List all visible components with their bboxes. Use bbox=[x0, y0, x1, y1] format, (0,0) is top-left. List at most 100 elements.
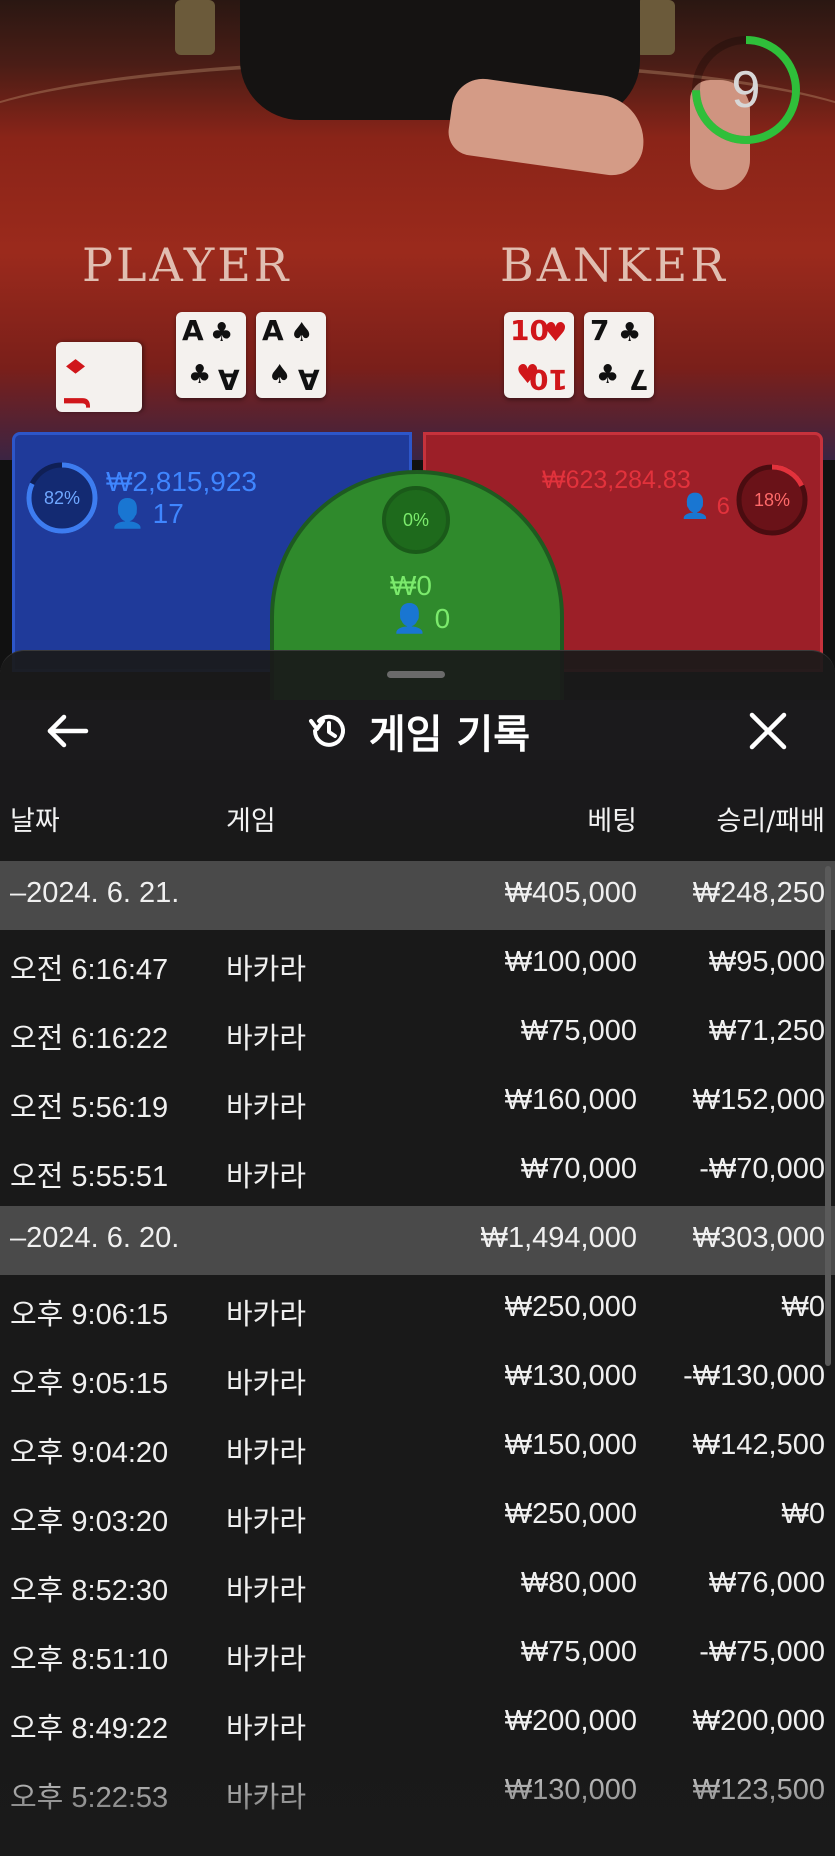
history-row[interactable]: 오전 6:16:47 바카라 ₩100,000 ₩95,000 bbox=[0, 930, 835, 999]
banker-label: BANKER bbox=[500, 238, 728, 292]
player-bet-amount: ₩2,815,923 bbox=[106, 466, 257, 497]
close-icon bbox=[749, 712, 787, 750]
row-time: 오후 5:22:53 bbox=[10, 1782, 169, 1814]
history-row[interactable]: 오후 8:52:30 바카라 ₩80,000 ₩76,000 bbox=[0, 1551, 835, 1620]
tie-percent-ring: 0% bbox=[380, 484, 452, 556]
game-history-sheet: 게임 기록 날짜 게임 베팅 승리/패배 –2024. 6. 21. ₩405,0… bbox=[0, 650, 835, 1856]
history-row[interactable]: 오후 9:05:15 바카라 ₩130,000 -₩130,000 bbox=[0, 1344, 835, 1413]
history-row[interactable]: 오후 9:04:20 바카라 ₩150,000 ₩142,500 bbox=[0, 1413, 835, 1482]
row-result: -₩70,000 bbox=[699, 1153, 825, 1185]
banker-card-2: 7 ♣ ♣ 7 bbox=[584, 312, 654, 398]
close-button[interactable] bbox=[740, 703, 796, 759]
column-date: 날짜 bbox=[10, 806, 60, 837]
group-bet-total: ₩405,000 bbox=[504, 877, 637, 909]
chair bbox=[635, 0, 675, 55]
row-bet: ₩75,000 bbox=[520, 1636, 637, 1668]
row-time: 오전 5:55:51 bbox=[10, 1161, 169, 1193]
round-timer: 9 bbox=[690, 34, 802, 146]
banker-percent: 18% bbox=[753, 490, 791, 510]
row-result: ₩71,250 bbox=[708, 1015, 825, 1047]
history-column-headers: 날짜 게임 베팅 승리/패배 bbox=[0, 789, 835, 847]
row-result: ₩0 bbox=[781, 1291, 826, 1323]
history-row[interactable]: 오후 8:51:10 바카라 ₩75,000 -₩75,000 bbox=[0, 1620, 835, 1689]
banker-percent-ring: 18% bbox=[734, 462, 810, 538]
row-result: ₩152,000 bbox=[692, 1084, 825, 1116]
player-card-2: A ♣ ♣ A bbox=[176, 312, 246, 398]
row-bet: ₩75,000 bbox=[520, 1015, 637, 1047]
row-result: ₩200,000 bbox=[692, 1705, 825, 1737]
banker-bet-count: 👤 6 bbox=[680, 493, 730, 520]
row-game: 바카라 bbox=[226, 1092, 307, 1124]
history-row[interactable]: 오전 6:16:22 바카라 ₩75,000 ₩71,250 bbox=[0, 999, 835, 1068]
row-result: ₩76,000 bbox=[708, 1567, 825, 1599]
column-result: 승리/패배 bbox=[716, 806, 825, 837]
history-row[interactable]: 오후 8:49:22 바카라 ₩200,000 ₩200,000 bbox=[0, 1689, 835, 1758]
row-result: -₩75,000 bbox=[699, 1636, 825, 1668]
scrollbar[interactable] bbox=[825, 866, 831, 1366]
row-game: 바카라 bbox=[226, 1713, 307, 1745]
row-game: 바카라 bbox=[226, 1644, 307, 1676]
sheet-header: 게임 기록 bbox=[0, 703, 835, 759]
history-row[interactable]: 오후 5:22:53 바카라 ₩130,000 ₩123,500 bbox=[0, 1758, 835, 1827]
row-bet: ₩130,000 bbox=[504, 1360, 637, 1392]
chair bbox=[175, 0, 215, 55]
row-game: 바카라 bbox=[226, 1299, 307, 1331]
player-count-value: 17 bbox=[152, 498, 184, 529]
row-bet: ₩70,000 bbox=[520, 1153, 637, 1185]
player-card-1: J ♦ bbox=[56, 342, 142, 412]
tie-percent: 0% bbox=[402, 510, 429, 530]
player-bet-count: 👤 17 bbox=[110, 498, 184, 529]
history-date-group[interactable]: –2024. 6. 21. ₩405,000 ₩248,250 bbox=[0, 861, 835, 930]
row-time: 오전 6:16:47 bbox=[10, 954, 169, 986]
row-time: 오후 8:51:10 bbox=[10, 1644, 169, 1676]
row-time: 오전 6:16:22 bbox=[10, 1023, 169, 1055]
row-bet: ₩200,000 bbox=[504, 1705, 637, 1737]
banker-card-1: 10 ♥ ♥ 10 bbox=[504, 312, 574, 398]
history-date-group[interactable]: –2024. 6. 20. ₩1,494,000 ₩303,000 bbox=[0, 1206, 835, 1275]
group-result-total: ₩248,250 bbox=[692, 877, 825, 909]
group-date: –2024. 6. 21. bbox=[10, 877, 180, 909]
player-percent: 82% bbox=[43, 488, 81, 508]
row-bet: ₩160,000 bbox=[504, 1084, 637, 1116]
group-result-total: ₩303,000 bbox=[692, 1222, 825, 1254]
column-bet: 베팅 bbox=[587, 806, 637, 837]
player-percent-ring: 82% bbox=[24, 460, 100, 536]
row-result: ₩0 bbox=[781, 1498, 826, 1530]
row-bet: ₩100,000 bbox=[504, 946, 637, 978]
group-bet-total: ₩1,494,000 bbox=[480, 1222, 637, 1254]
row-bet: ₩250,000 bbox=[504, 1498, 637, 1530]
row-result: -₩130,000 bbox=[683, 1360, 825, 1392]
row-result: ₩142,500 bbox=[692, 1429, 825, 1461]
row-time: 오전 5:56:19 bbox=[10, 1092, 169, 1124]
group-date: –2024. 6. 20. bbox=[10, 1222, 180, 1254]
tie-bet-amount: ₩0 bbox=[390, 570, 432, 601]
player-label: PLAYER bbox=[82, 238, 292, 292]
row-time: 오후 9:06:15 bbox=[10, 1299, 169, 1331]
sheet-title: 게임 기록 bbox=[368, 712, 531, 758]
row-result: ₩95,000 bbox=[708, 946, 825, 978]
history-icon bbox=[308, 714, 345, 747]
row-bet: ₩130,000 bbox=[504, 1774, 637, 1806]
history-row[interactable]: 오후 9:06:15 바카라 ₩250,000 ₩0 bbox=[0, 1275, 835, 1344]
timer-value: 9 bbox=[731, 61, 761, 119]
column-game: 게임 bbox=[226, 806, 276, 837]
row-time: 오후 9:05:15 bbox=[10, 1368, 169, 1400]
row-game: 바카라 bbox=[226, 1161, 307, 1193]
player-card-3: A ♠ ♠ A bbox=[256, 312, 326, 398]
row-game: 바카라 bbox=[226, 1506, 307, 1538]
history-list[interactable]: –2024. 6. 21. ₩405,000 ₩248,250 오전 6:16:47 바… bbox=[0, 861, 835, 1827]
history-row[interactable]: 오후 9:03:20 바카라 ₩250,000 ₩0 bbox=[0, 1482, 835, 1551]
row-result: ₩123,500 bbox=[692, 1774, 825, 1806]
row-time: 오후 9:03:20 bbox=[10, 1506, 169, 1538]
row-bet: ₩250,000 bbox=[504, 1291, 637, 1323]
tie-bet-count: 👤 0 bbox=[392, 603, 451, 634]
sheet-drag-handle[interactable] bbox=[387, 671, 445, 678]
row-bet: ₩80,000 bbox=[520, 1567, 637, 1599]
row-game: 바카라 bbox=[226, 1575, 307, 1607]
banker-count-value: 6 bbox=[716, 493, 730, 520]
history-row[interactable]: 오전 5:55:51 바카라 ₩70,000 -₩70,000 bbox=[0, 1137, 835, 1206]
row-bet: ₩150,000 bbox=[504, 1429, 637, 1461]
tie-count-value: 0 bbox=[434, 603, 451, 634]
row-time: 오후 8:49:22 bbox=[10, 1713, 169, 1745]
history-row[interactable]: 오전 5:56:19 바카라 ₩160,000 ₩152,000 bbox=[0, 1068, 835, 1137]
